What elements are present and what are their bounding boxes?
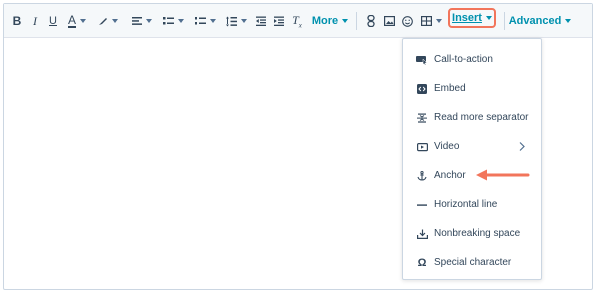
chevron-down-icon	[342, 19, 349, 23]
chevron-down-icon	[240, 19, 247, 23]
line-height-icon	[225, 16, 237, 27]
insert-label: Insert	[452, 12, 482, 24]
menu-item-read-more-separator[interactable]: Read more separator	[403, 103, 541, 132]
outdent-icon	[256, 16, 266, 26]
line-height-button[interactable]	[224, 4, 248, 38]
indent-icon	[274, 16, 284, 26]
advanced-label: Advanced	[508, 15, 562, 27]
chevron-down-icon	[146, 19, 152, 23]
smiley-icon	[401, 15, 413, 27]
chevron-down-icon	[80, 19, 86, 23]
menu-item-video[interactable]: Video	[403, 132, 541, 161]
insert-dropdown-menu: Call-to-action Embed Read more separator…	[402, 38, 542, 280]
underline-button[interactable]: U	[46, 4, 60, 38]
increase-indent-button[interactable]	[272, 4, 286, 38]
align-left-icon	[132, 16, 142, 26]
more-dropdown[interactable]: More	[310, 4, 350, 38]
numbered-list-icon	[194, 16, 206, 26]
align-button[interactable]	[130, 4, 154, 38]
editor-toolbar: B I U A Tx More Advanced	[4, 4, 592, 38]
menu-item-embed[interactable]: Embed	[403, 74, 541, 103]
menu-item-horizontal-line[interactable]: Horizontal line	[403, 190, 541, 219]
horizontal-line-icon	[416, 199, 428, 211]
italic-label: I	[33, 13, 37, 28]
insert-dropdown-button[interactable]: Insert	[448, 8, 496, 28]
chevron-down-icon	[177, 19, 184, 23]
table-button[interactable]	[418, 4, 444, 38]
chevron-down-icon	[485, 16, 492, 20]
bulleted-list-button[interactable]	[160, 4, 186, 38]
font-color-button[interactable]: A	[64, 4, 90, 38]
clear-formatting-icon: Tx	[292, 12, 302, 30]
menu-item-call-to-action[interactable]: Call-to-action	[403, 45, 541, 74]
toolbar-divider	[356, 12, 357, 30]
emoji-button[interactable]	[400, 4, 414, 38]
video-icon	[416, 141, 428, 153]
menu-item-label: Embed	[434, 83, 466, 94]
toolbar-divider	[504, 12, 505, 30]
font-color-label: A	[67, 13, 76, 28]
menu-item-label: Horizontal line	[434, 199, 498, 210]
menu-item-label: Nonbreaking space	[434, 228, 521, 239]
clear-formatting-button[interactable]: Tx	[290, 4, 304, 38]
insert-image-button[interactable]	[382, 4, 396, 38]
read-more-icon	[416, 112, 428, 124]
numbered-list-button[interactable]	[192, 4, 218, 38]
menu-item-label: Special character	[434, 257, 512, 268]
bulleted-list-icon	[162, 16, 174, 26]
anchor-icon	[416, 170, 428, 182]
menu-item-special-character[interactable]: Ω Special character	[403, 248, 541, 277]
annotation-arrow-icon	[475, 168, 531, 187]
underline-label: U	[49, 15, 57, 27]
link-button[interactable]	[364, 4, 378, 38]
highlight-button[interactable]	[96, 4, 120, 38]
cta-icon	[416, 54, 428, 66]
omega-icon: Ω	[417, 256, 427, 269]
highlighter-icon	[98, 16, 108, 26]
link-icon	[367, 15, 375, 27]
chevron-down-icon	[565, 19, 572, 23]
embed-icon	[416, 83, 428, 95]
menu-item-label: Anchor	[434, 170, 466, 181]
bold-button[interactable]: B	[10, 4, 24, 38]
chevron-right-icon	[519, 142, 525, 154]
chevron-down-icon	[209, 19, 216, 23]
bold-label: B	[12, 14, 22, 28]
menu-item-label: Video	[434, 141, 460, 152]
advanced-dropdown[interactable]: Advanced	[508, 4, 572, 38]
nonbreaking-space-icon	[416, 228, 428, 240]
more-label: More	[311, 15, 339, 27]
chevron-down-icon	[112, 19, 118, 23]
menu-item-label: Read more separator	[434, 112, 529, 123]
decrease-indent-button[interactable]	[254, 4, 268, 38]
menu-item-nonbreaking-space[interactable]: Nonbreaking space	[403, 219, 541, 248]
italic-button[interactable]: I	[28, 4, 42, 38]
menu-item-label: Call-to-action	[434, 54, 493, 65]
image-icon	[383, 16, 395, 26]
table-icon	[420, 16, 432, 26]
chevron-down-icon	[435, 19, 442, 23]
